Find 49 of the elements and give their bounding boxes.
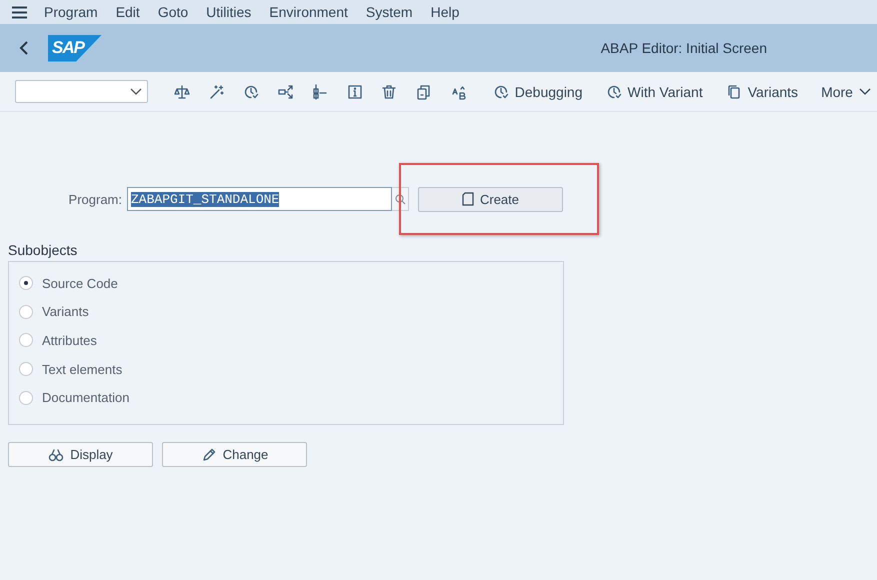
search-icon bbox=[394, 194, 406, 204]
menu-icon[interactable] bbox=[12, 6, 27, 18]
window-title: ABAP Editor: Initial Screen bbox=[600, 40, 767, 56]
create-button[interactable]: Create bbox=[418, 186, 563, 212]
toolbar-button[interactable]: Debugging bbox=[486, 80, 589, 104]
logo: SAP bbox=[48, 34, 102, 62]
chevron-down-icon bbox=[130, 88, 142, 96]
display-button[interactable]: Display bbox=[8, 442, 153, 467]
radio-label: Documentation bbox=[42, 390, 130, 406]
pencil-icon bbox=[200, 446, 217, 462]
scale-icon[interactable] bbox=[174, 84, 190, 100]
menu-item[interactable]: Utilities bbox=[206, 4, 252, 20]
back-icon[interactable] bbox=[18, 40, 30, 56]
clock-icon bbox=[492, 84, 509, 100]
radio-button[interactable] bbox=[19, 304, 33, 319]
document-icon bbox=[462, 192, 474, 206]
copy-icon[interactable] bbox=[416, 84, 432, 100]
copy-icon bbox=[726, 84, 742, 100]
radio-button[interactable] bbox=[19, 333, 33, 348]
menu-item[interactable]: Edit bbox=[116, 4, 140, 20]
more-button[interactable]: More bbox=[815, 80, 877, 104]
info-icon[interactable] bbox=[346, 84, 363, 100]
radio-button[interactable] bbox=[19, 362, 33, 376]
group-title: Subobjects bbox=[8, 242, 78, 258]
arrows-icon[interactable] bbox=[278, 84, 294, 100]
program-field[interactable]: ZABAPGIT_STANDALONE bbox=[127, 187, 392, 211]
radio-button[interactable] bbox=[19, 390, 33, 405]
glasses-icon bbox=[48, 446, 64, 462]
radio-label: Text elements bbox=[42, 362, 122, 377]
field-label: Program: bbox=[68, 192, 123, 206]
magic-wand-icon[interactable] bbox=[208, 84, 225, 100]
radio-label: Source Code bbox=[42, 276, 118, 291]
menu-item[interactable]: Goto bbox=[158, 4, 188, 20]
change-button[interactable]: Change bbox=[162, 442, 307, 467]
radio-label: Attributes bbox=[42, 332, 97, 348]
toolbar-button[interactable]: With Variant bbox=[600, 80, 709, 104]
radio-label: Variants bbox=[42, 304, 89, 320]
radio-button[interactable] bbox=[19, 276, 33, 290]
menu-item[interactable]: Environment bbox=[269, 4, 348, 20]
clock-icon bbox=[606, 84, 622, 100]
toolbar-button[interactable]: Variants bbox=[720, 80, 804, 104]
chevron-down-icon bbox=[858, 88, 871, 96]
text-case-icon[interactable] bbox=[450, 84, 467, 100]
menu-item[interactable]: System bbox=[366, 4, 413, 20]
clock-icon[interactable] bbox=[243, 84, 260, 100]
dropdown-field[interactable] bbox=[15, 80, 148, 103]
trash-icon[interactable] bbox=[381, 84, 398, 100]
menu-item[interactable]: Program bbox=[44, 4, 98, 20]
menu-item[interactable]: Help bbox=[430, 4, 460, 20]
